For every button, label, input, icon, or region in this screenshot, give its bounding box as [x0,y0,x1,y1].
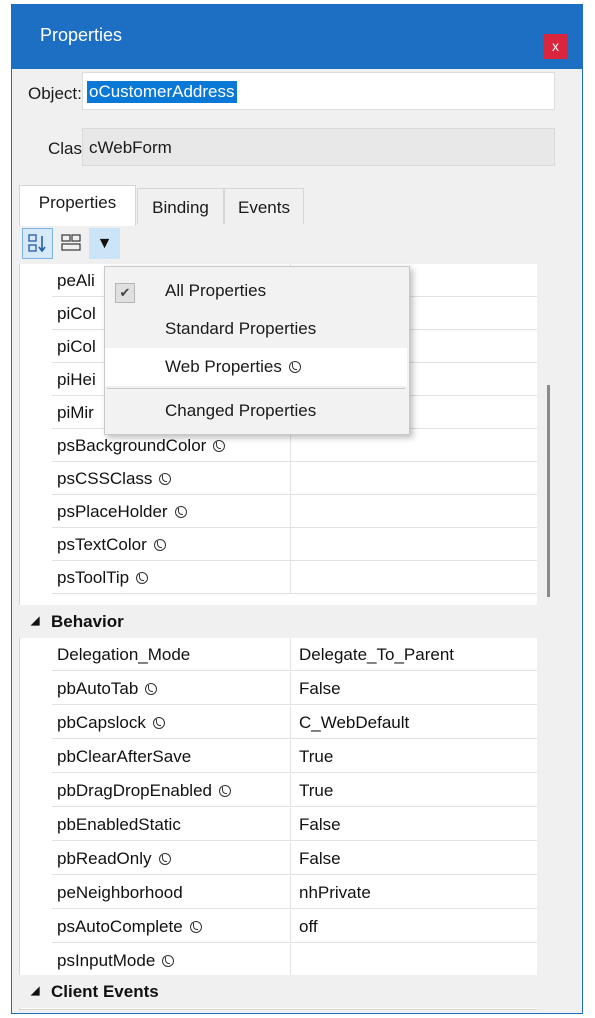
category-label: Behavior [51,612,124,631]
property-value [291,495,537,528]
menu-item-label: All Properties [165,281,267,300]
class-value: cWebForm [89,138,172,157]
object-input[interactable]: oCustomerAddress [82,72,555,110]
categorized-button[interactable] [55,228,86,259]
tab-properties[interactable]: Properties [19,185,136,226]
property-name: psInputMode [57,951,156,970]
globe-icon [213,440,226,452]
table-row[interactable]: psInputMode [19,944,537,977]
globe-icon [162,955,175,967]
category-client-events[interactable]: ◢ Client Events [19,975,537,1008]
collapse-triangle-icon[interactable]: ◢ [31,975,39,1008]
table-row[interactable]: psTextColor [19,528,537,561]
table-row[interactable]: pbAutoTab False [19,672,537,705]
property-name: pbReadOnly [57,849,152,868]
property-value: Delegate_To_Parent [291,638,537,671]
menu-item-changed-properties[interactable]: Changed Properties [105,392,407,430]
grid-scrollbar[interactable] [537,264,561,1010]
globe-icon [153,539,166,551]
menu-item-label: Changed Properties [165,401,317,420]
menu-item-web-properties[interactable]: Web Properties [105,348,407,386]
property-value: False [291,808,537,841]
property-name: psCSSClass [57,469,153,488]
filter-button[interactable]: ▼ [89,228,120,259]
table-row[interactable]: pbReadOnly False [19,842,537,875]
table-row[interactable]: pbEnabledStatic False [19,808,537,841]
globe-icon [219,785,231,797]
property-name: pbEnabledStatic [52,808,291,841]
table-row[interactable]: psPlaceHolder [19,495,537,528]
title-bar[interactable]: Properties x [12,5,582,69]
tab-events[interactable]: Events [224,188,304,226]
property-name: pbAutoTab [57,679,139,698]
check-icon: ✔ [115,283,135,303]
property-value [291,528,537,561]
collapse-triangle-icon[interactable]: ◢ [31,605,39,638]
object-label: Object: [28,84,82,103]
property-name: Delegation_Mode [52,638,291,671]
property-value: True [291,740,537,773]
property-value: nhPrivate [291,876,537,909]
close-button[interactable]: x [543,34,568,59]
table-row[interactable]: psAutoComplete off [19,910,537,943]
menu-item-standard-properties[interactable]: Standard Properties [105,310,407,348]
table-row[interactable]: psCSSClass [19,462,537,495]
property-value: False [291,672,537,705]
property-name: peNeighborhood [52,876,291,909]
property-name: pbDragDropEnabled [57,781,212,800]
globe-icon [145,683,158,695]
property-value: False [291,842,537,875]
table-row[interactable]: psToolTip [19,561,537,594]
property-name: psBackgroundColor [57,436,207,455]
menu-item-all-properties[interactable]: ✔ All Properties [105,272,407,310]
property-value [291,561,537,594]
globe-icon [158,853,171,865]
toolbar: ▼ [19,224,561,264]
property-value [291,944,537,977]
filter-icon: ▼ [96,235,113,252]
menu-item-label: Standard Properties [165,319,317,338]
menu-separator [107,388,405,389]
category-behavior[interactable]: ◢ Behavior [19,605,537,638]
property-name: psTextColor [57,535,147,554]
table-row[interactable]: pbClearAfterSave True [19,740,537,773]
table-row[interactable]: pbDragDropEnabled True [19,774,537,807]
window-title: Properties [40,25,123,45]
object-input-selected-text: oCustomerAddress [87,81,237,103]
property-value: C_WebDefault [291,706,537,739]
globe-icon [152,717,165,729]
property-name: pbClearAfterSave [52,740,291,773]
table-row[interactable]: peNeighborhood nhPrivate [19,876,537,909]
category-label: Client Events [51,982,159,1001]
scrollbar-thumb[interactable] [547,385,550,597]
class-field: cWebForm [82,128,555,166]
sort-alpha-button[interactable] [22,228,53,259]
globe-icon [159,473,172,485]
menu-item-label: Web Properties [165,357,282,376]
property-value [291,462,537,495]
globe-icon [136,572,149,584]
filter-dropdown-menu: ✔ All Properties Standard Properties Web… [104,266,410,435]
globe-icon [288,361,301,373]
tab-binding[interactable]: Binding [137,188,224,226]
sort-alpha-icon [27,234,46,253]
table-row[interactable]: pbCapslock C_WebDefault [19,706,537,739]
property-name: psAutoComplete [57,917,183,936]
property-name: pbCapslock [57,713,146,732]
property-name: psPlaceHolder [57,502,168,521]
table-row[interactable]: Delegation_Mode Delegate_To_Parent [19,638,537,671]
property-name: psToolTip [57,568,130,587]
property-value: True [291,774,537,807]
globe-icon [189,921,202,933]
property-value: off [291,910,537,943]
globe-icon [174,506,187,518]
categorized-icon [60,234,81,251]
